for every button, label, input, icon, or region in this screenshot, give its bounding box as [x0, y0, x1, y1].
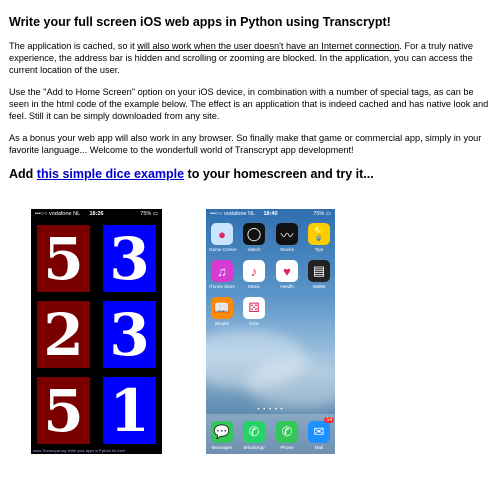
p1-underlined-text: will also work when the user doesn't hav…: [137, 41, 400, 51]
game-center-icon: ●: [211, 223, 233, 245]
app-music[interactable]: ♪ Music: [241, 260, 267, 289]
die-4[interactable]: 3: [103, 301, 156, 368]
app-game-center[interactable]: ● Game Center: [209, 223, 237, 252]
app-phone[interactable]: ✆ Phone: [274, 421, 300, 450]
app-label: Watch: [247, 247, 261, 252]
tips-icon: 💡: [308, 223, 330, 245]
music-icon: ♪: [243, 260, 265, 282]
status-bar: •••○○ vodafone NL 18:40 75% ▭: [206, 209, 335, 219]
page-dots: • • • • •: [257, 407, 284, 413]
ibooks-icon: 📖: [211, 297, 233, 319]
app-mail[interactable]: ✉ 14 Mail: [306, 417, 334, 450]
phone-icon: ✆: [276, 421, 298, 443]
app-label: Health: [280, 284, 294, 289]
die-1[interactable]: 5: [37, 225, 90, 292]
paragraph-bonus: As a bonus your web app will also work i…: [9, 133, 482, 155]
app-ibooks[interactable]: 📖 iBooks: [209, 297, 235, 326]
app-label: iTunes Store: [209, 284, 235, 289]
p1-text-a: The application is cached, so it: [9, 41, 138, 51]
dock: 💬 Messages ✆ WhatsApp ✆ Phone ✉ 14 Mail: [206, 414, 335, 454]
die-3[interactable]: 2: [37, 301, 90, 368]
status-bar: •••○○ vodafone NL 18:26 75% ▭: [31, 209, 162, 219]
app-whatsapp[interactable]: ✆ WhatsApp: [241, 421, 267, 450]
paragraph-cached: The application is cached, so it will al…: [9, 40, 495, 76]
die-2[interactable]: 3: [103, 225, 156, 292]
app-wallet[interactable]: ▤ Wallet: [306, 260, 332, 289]
call-to-action: Add this simple dice example to your hom…: [9, 167, 374, 181]
app-label: Game Center: [209, 247, 237, 252]
die-6[interactable]: 1: [103, 377, 156, 444]
app-label: Dice: [249, 321, 259, 326]
paragraph-add-to-home: Use the "Add to Home Screen" option on y…: [9, 87, 489, 121]
app-watch[interactable]: ◯ Watch: [241, 223, 267, 252]
dice-footer: www.Transcrypt.org Write your apps in Py…: [33, 449, 126, 453]
app-label: iBooks: [215, 321, 229, 326]
watch-icon: ◯: [243, 223, 265, 245]
dice-app-screenshot: •••○○ vodafone NL 18:26 75% ▭ 5 3 2 3 5 …: [31, 209, 162, 454]
app-label: Messages: [211, 445, 233, 450]
app-label: Wallet: [312, 284, 326, 289]
cta-suffix: to your homescreen and try it...: [184, 167, 374, 181]
messages-icon: 💬: [211, 421, 233, 443]
app-health[interactable]: ♥ Health: [274, 260, 300, 289]
die-5[interactable]: 5: [37, 377, 90, 444]
app-label: Music: [248, 284, 260, 289]
app-itunes-store[interactable]: ♫ iTunes Store: [209, 260, 235, 289]
health-icon: ♥: [276, 260, 298, 282]
app-label: Mail: [314, 445, 324, 450]
itunes-store-icon: ♫: [211, 260, 233, 282]
app-dice[interactable]: ⚄ Dice: [241, 297, 267, 326]
whatsapp-icon: ✆: [243, 421, 265, 443]
dice-icon: ⚄: [243, 297, 265, 319]
home-screen-screenshot: •••○○ vodafone NL 18:40 75% ▭ ● Game Cent…: [206, 209, 335, 454]
app-label: Phone: [280, 445, 294, 450]
battery-indicator: 75% ▭: [140, 211, 158, 217]
app-label: Stocks: [280, 247, 294, 252]
app-label: WhatsApp: [243, 445, 265, 450]
app-tips[interactable]: 💡 Tips: [306, 223, 332, 252]
mail-icon: ✉: [308, 421, 330, 443]
app-stocks[interactable]: 〰 Stocks: [274, 223, 300, 252]
wallet-icon: ▤: [308, 260, 330, 282]
dice-example-link[interactable]: this simple dice example: [37, 167, 184, 181]
cta-prefix: Add: [9, 167, 37, 181]
app-label: Tips: [314, 247, 324, 252]
page-title: Write your full screen iOS web apps in P…: [9, 15, 391, 29]
stocks-icon: 〰: [276, 223, 298, 245]
app-messages[interactable]: 💬 Messages: [209, 421, 235, 450]
battery-indicator: 75% ▭: [313, 211, 331, 217]
notification-badge: 14: [324, 417, 334, 423]
